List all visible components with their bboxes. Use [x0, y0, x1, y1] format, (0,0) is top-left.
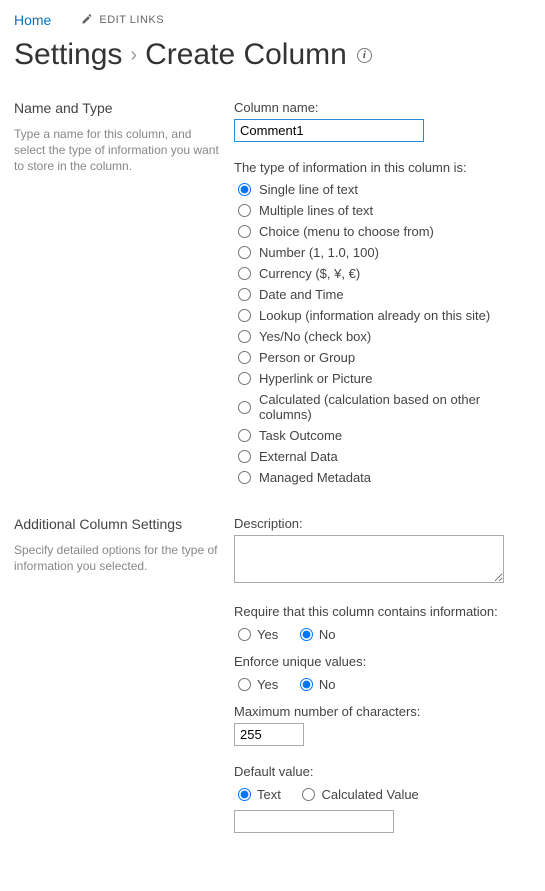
column-type-radio[interactable] — [238, 401, 251, 414]
section-additional: Additional Column Settings Specify detai… — [14, 516, 531, 833]
unique-no-radio[interactable] — [300, 678, 313, 691]
column-type-row[interactable]: Currency ($, ¥, €) — [234, 263, 531, 284]
column-type-row[interactable]: Hyperlink or Picture — [234, 368, 531, 389]
column-type-radio[interactable] — [238, 225, 251, 238]
unique-yes-row[interactable]: Yes — [234, 675, 278, 694]
column-type-radio[interactable] — [238, 309, 251, 322]
edit-links-label: EDIT LINKS — [99, 14, 164, 26]
require-no-radio[interactable] — [300, 628, 313, 641]
unique-yes-radio[interactable] — [238, 678, 251, 691]
default-label: Default value: — [234, 764, 531, 779]
column-type-label: Person or Group — [259, 350, 355, 365]
require-yes-label: Yes — [257, 627, 278, 642]
default-text-radio[interactable] — [238, 788, 251, 801]
column-type-radio[interactable] — [238, 372, 251, 385]
unique-radio-group: Yes No — [234, 675, 531, 694]
home-link[interactable]: Home — [14, 12, 51, 28]
name-type-description: Type a name for this column, and select … — [14, 126, 224, 175]
column-type-radio[interactable] — [238, 351, 251, 364]
breadcrumb-separator: › — [130, 44, 137, 67]
default-calc-label: Calculated Value — [321, 787, 418, 802]
page-title: Settings › Create Column i — [14, 38, 531, 100]
column-type-label: Hyperlink or Picture — [259, 371, 372, 386]
column-type-label: Choice (menu to choose from) — [259, 224, 434, 239]
default-calc-row[interactable]: Calculated Value — [298, 785, 418, 804]
edit-links-button[interactable]: EDIT LINKS — [81, 13, 164, 28]
column-type-label: Yes/No (check box) — [259, 329, 371, 344]
top-nav: Home EDIT LINKS — [14, 6, 531, 38]
column-type-row[interactable]: Single line of text — [234, 179, 531, 200]
unique-no-label: No — [319, 677, 336, 692]
column-type-row[interactable]: Number (1, 1.0, 100) — [234, 242, 531, 263]
column-type-radio[interactable] — [238, 450, 251, 463]
column-type-radio[interactable] — [238, 267, 251, 280]
default-text-label: Text — [257, 787, 281, 802]
unique-no-row[interactable]: No — [296, 675, 336, 694]
type-info-label: The type of information in this column i… — [234, 160, 531, 175]
pencil-icon — [81, 13, 93, 28]
unique-label: Enforce unique values: — [234, 654, 531, 669]
column-type-row[interactable]: Choice (menu to choose from) — [234, 221, 531, 242]
column-type-radio[interactable] — [238, 204, 251, 217]
description-label: Description: — [234, 516, 531, 531]
maxchars-input[interactable] — [234, 723, 304, 746]
column-type-label: External Data — [259, 449, 338, 464]
default-text-row[interactable]: Text — [234, 785, 281, 804]
unique-yes-label: Yes — [257, 677, 278, 692]
require-radio-group: Yes No — [234, 625, 531, 644]
column-type-row[interactable]: External Data — [234, 446, 531, 467]
description-textarea[interactable] — [234, 535, 504, 583]
column-name-label: Column name: — [234, 100, 531, 115]
column-type-row[interactable]: Calculated (calculation based on other c… — [234, 389, 531, 425]
name-type-heading: Name and Type — [14, 100, 224, 116]
column-type-row[interactable]: Task Outcome — [234, 425, 531, 446]
column-type-row[interactable]: Date and Time — [234, 284, 531, 305]
column-name-input[interactable] — [234, 119, 424, 142]
require-no-label: No — [319, 627, 336, 642]
column-type-radio[interactable] — [238, 246, 251, 259]
column-type-radio[interactable] — [238, 471, 251, 484]
column-type-label: Multiple lines of text — [259, 203, 373, 218]
column-type-radio[interactable] — [238, 330, 251, 343]
require-no-row[interactable]: No — [296, 625, 336, 644]
require-label: Require that this column contains inform… — [234, 604, 531, 619]
section-name-type: Name and Type Type a name for this colum… — [14, 100, 531, 488]
default-value-input[interactable] — [234, 810, 394, 833]
column-type-radio-list: Single line of text Multiple lines of tex… — [234, 179, 531, 488]
column-type-label: Currency ($, ¥, €) — [259, 266, 360, 281]
column-type-radio[interactable] — [238, 429, 251, 442]
require-yes-row[interactable]: Yes — [234, 625, 278, 644]
column-type-radio[interactable] — [238, 183, 251, 196]
column-type-label: Date and Time — [259, 287, 344, 302]
additional-description: Specify detailed options for the type of… — [14, 542, 224, 574]
column-type-label: Task Outcome — [259, 428, 342, 443]
column-type-row[interactable]: Managed Metadata — [234, 467, 531, 488]
require-yes-radio[interactable] — [238, 628, 251, 641]
additional-heading: Additional Column Settings — [14, 516, 224, 532]
column-type-row[interactable]: Yes/No (check box) — [234, 326, 531, 347]
column-type-label: Lookup (information already on this site… — [259, 308, 490, 323]
default-calc-radio[interactable] — [302, 788, 315, 801]
column-type-row[interactable]: Multiple lines of text — [234, 200, 531, 221]
column-type-label: Calculated (calculation based on other c… — [259, 392, 531, 422]
column-type-label: Managed Metadata — [259, 470, 371, 485]
maxchars-label: Maximum number of characters: — [234, 704, 531, 719]
column-type-label: Number (1, 1.0, 100) — [259, 245, 379, 260]
default-radio-group: Text Calculated Value — [234, 785, 531, 804]
column-type-row[interactable]: Person or Group — [234, 347, 531, 368]
breadcrumb-settings[interactable]: Settings — [14, 38, 122, 72]
info-icon[interactable]: i — [357, 48, 372, 63]
column-type-radio[interactable] — [238, 288, 251, 301]
column-type-label: Single line of text — [259, 182, 358, 197]
column-type-row[interactable]: Lookup (information already on this site… — [234, 305, 531, 326]
breadcrumb-current: Create Column — [145, 38, 347, 72]
